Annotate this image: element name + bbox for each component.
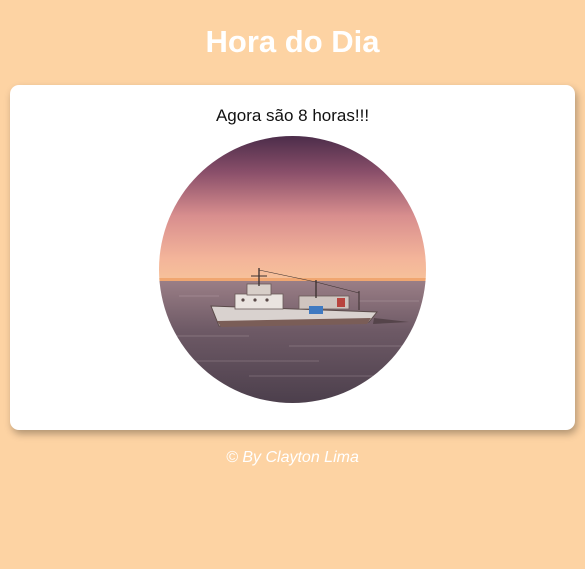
content-card: Agora são 8 horas!!! [10,85,575,430]
page-title: Hora do Dia [205,24,380,59]
hour-message: Agora são 8 horas!!! [215,106,370,125]
footer-credit: © By Clayton Lima [226,449,359,466]
time-of-day-image [159,136,426,403]
